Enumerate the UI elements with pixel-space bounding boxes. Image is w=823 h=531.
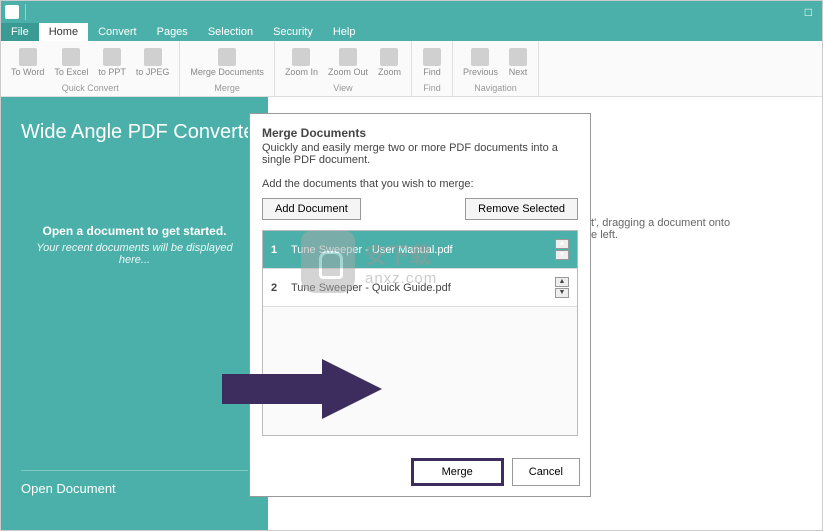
move-up-icon[interactable]: ▲ <box>555 277 569 287</box>
maximize-icon[interactable]: □ <box>805 5 812 19</box>
ribbon-label-merge: Merge <box>214 82 240 94</box>
menu-convert[interactable]: Convert <box>88 23 147 41</box>
ribbon-label-navigation: Navigation <box>474 82 517 94</box>
to-ppt-button[interactable]: to PPT <box>94 43 130 82</box>
cancel-button[interactable]: Cancel <box>512 458 580 486</box>
dialog-instruction: Add the documents that you wish to merge… <box>262 178 578 190</box>
ribbon-label-view: View <box>333 82 352 94</box>
ribbon-label-find: Find <box>423 82 441 94</box>
sidebar-prompt: Open a document to get started. <box>21 224 248 238</box>
menu-pages[interactable]: Pages <box>147 23 198 41</box>
zoom-in-button[interactable]: Zoom In <box>281 43 322 82</box>
to-excel-button[interactable]: To Excel <box>50 43 92 82</box>
menu-home[interactable]: Home <box>39 23 88 41</box>
remove-selected-button[interactable]: Remove Selected <box>465 198 578 220</box>
ribbon-group-find: Find Find <box>412 41 453 96</box>
previous-button[interactable]: Previous <box>459 43 502 82</box>
sidebar-subtext: Your recent documents will be displayed … <box>21 242 248 266</box>
document-number: 2 <box>271 282 291 294</box>
ribbon: To Word To Excel to PPT to JPEG Quick Co… <box>1 41 822 97</box>
menu-selection[interactable]: Selection <box>198 23 263 41</box>
next-button[interactable]: Next <box>504 43 532 82</box>
ribbon-group-quick-convert: To Word To Excel to PPT to JPEG Quick Co… <box>1 41 180 96</box>
app-icon <box>5 5 19 19</box>
sidebar: Wide Angle PDF Converter Open a document… <box>1 97 268 530</box>
document-number: 1 <box>271 244 291 256</box>
merge-button[interactable]: Merge <box>411 458 504 486</box>
ribbon-group-navigation: Previous Next Navigation <box>453 41 539 96</box>
ribbon-label-quick-convert: Quick Convert <box>62 82 119 94</box>
dialog-description: Quickly and easily merge two or more PDF… <box>262 142 578 166</box>
menu-security[interactable]: Security <box>263 23 323 41</box>
document-name: Tune Sweeper - Quick Guide.pdf <box>291 282 451 294</box>
document-name: Tune Sweeper - User Manual.pdf <box>291 244 453 256</box>
zoom-button[interactable]: Zoom <box>374 43 405 82</box>
menubar: File Home Convert Pages Selection Securi… <box>1 23 822 41</box>
tutorial-arrow-icon <box>222 359 382 419</box>
titlebar: □ <box>1 1 822 23</box>
to-word-button[interactable]: To Word <box>7 43 48 82</box>
find-button[interactable]: Find <box>418 43 446 82</box>
menu-file[interactable]: File <box>1 23 39 41</box>
add-document-button[interactable]: Add Document <box>262 198 361 220</box>
merge-dialog: Merge Documents Quickly and easily merge… <box>249 113 591 497</box>
move-down-icon[interactable]: ▼ <box>555 288 569 298</box>
document-row[interactable]: 1 Tune Sweeper - User Manual.pdf ▲ ▼ <box>263 231 577 269</box>
content-hint: cument', dragging a document onto s on t… <box>558 217 798 241</box>
dialog-title: Merge Documents <box>262 126 578 140</box>
app-title: Wide Angle PDF Converter <box>21 121 248 144</box>
move-down-icon[interactable]: ▼ <box>555 250 569 260</box>
to-jpeg-button[interactable]: to JPEG <box>132 43 174 82</box>
document-row[interactable]: 2 Tune Sweeper - Quick Guide.pdf ▲ ▼ <box>263 269 577 307</box>
open-document-button[interactable]: Open Document <box>21 470 248 506</box>
move-up-icon[interactable]: ▲ <box>555 239 569 249</box>
ribbon-group-view: Zoom In Zoom Out Zoom View <box>275 41 412 96</box>
menu-help[interactable]: Help <box>323 23 366 41</box>
ribbon-group-merge: Merge Documents Merge <box>180 41 275 96</box>
zoom-out-button[interactable]: Zoom Out <box>324 43 372 82</box>
merge-documents-button[interactable]: Merge Documents <box>186 43 268 82</box>
